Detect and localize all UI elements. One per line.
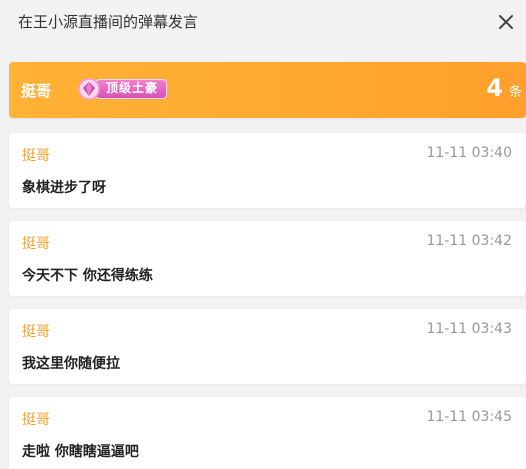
user-summary-bar: 挺哥 顶级土豪 4 条 [9, 62, 526, 118]
message-card: 挺哥 11-11 03:40 象棋进步了呀 [9, 133, 526, 208]
message-card: 挺哥 11-11 03:45 走啦 你瞎瞎逼逼吧 [9, 397, 526, 469]
message-username: 挺哥 [22, 324, 50, 340]
message-time: 11-11 03:40 [426, 145, 512, 161]
message-count-unit: 条 [508, 85, 522, 100]
message-card: 挺哥 11-11 03:42 今天不下 你还得练练 [9, 221, 526, 296]
close-icon [499, 15, 513, 29]
message-count: 4 条 [486, 74, 522, 102]
close-button[interactable] [496, 12, 516, 32]
message-time: 11-11 03:42 [426, 233, 512, 249]
message-time: 11-11 03:45 [426, 409, 512, 425]
message-text: 今天不下 你还得练练 [22, 268, 153, 284]
panel-header: 在王小源直播间的弹幕发言 [0, 0, 526, 44]
message-text: 我这里你随便拉 [22, 356, 120, 372]
message-time: 11-11 03:43 [426, 321, 512, 337]
message-text: 走啦 你瞎瞎逼逼吧 [22, 444, 139, 460]
danmaku-history-panel: 在王小源直播间的弹幕发言 挺哥 顶级土豪 4 条 挺哥 11-11 03:40 … [0, 0, 526, 469]
message-card: 挺哥 11-11 03:43 我这里你随便拉 [9, 309, 526, 384]
message-username: 挺哥 [22, 148, 50, 164]
badge-label: 顶级土豪 [91, 79, 168, 99]
user-level-badge: 顶级土豪 [77, 78, 168, 100]
message-count-number: 4 [486, 74, 503, 102]
gem-icon [78, 78, 100, 100]
message-username: 挺哥 [22, 412, 50, 428]
message-username: 挺哥 [22, 236, 50, 252]
message-text: 象棋进步了呀 [22, 180, 106, 196]
panel-title: 在王小源直播间的弹幕发言 [18, 13, 199, 31]
summary-username: 挺哥 [21, 82, 52, 100]
